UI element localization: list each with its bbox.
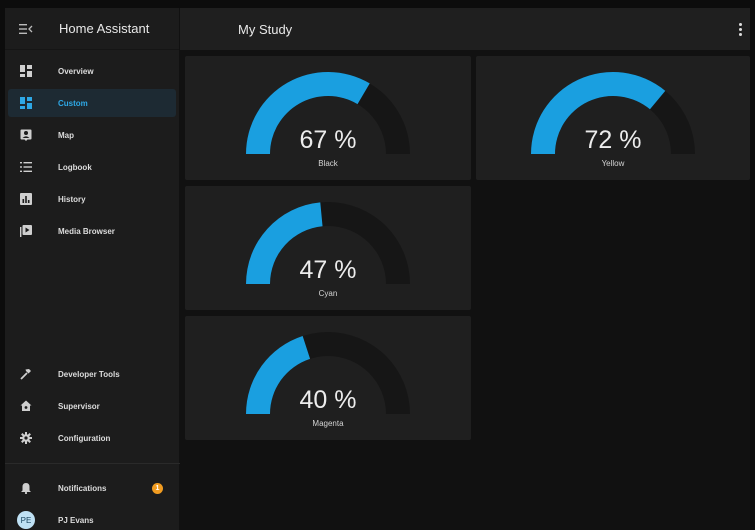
app-title: Home Assistant xyxy=(59,21,150,36)
sidebar-divider xyxy=(5,463,180,464)
page-title: My Study xyxy=(238,21,293,37)
sidebar-item-developer-tools[interactable]: Developer Tools xyxy=(8,360,177,388)
sidebar-item-label: Overview xyxy=(58,66,94,76)
gauge-card-cyan[interactable]: 47 % Cyan xyxy=(185,186,471,310)
sidebar-item-label: Configuration xyxy=(58,433,111,443)
user-name: PJ Evans xyxy=(58,515,94,525)
map-person-icon xyxy=(19,128,33,142)
dashboard-icon xyxy=(19,96,33,110)
sidebar-item-label: Supervisor xyxy=(58,401,100,411)
gauge-card-yellow[interactable]: 72 % Yellow xyxy=(476,56,750,180)
avatar: PE xyxy=(17,511,35,529)
gauge-value: 47 % xyxy=(299,256,357,284)
sidebar-item-supervisor[interactable]: Supervisor xyxy=(8,392,177,420)
dashboard-icon xyxy=(19,64,33,78)
app-window: Home Assistant Overview Custom Map Logbo… xyxy=(5,8,750,530)
chart-box-icon xyxy=(19,192,33,206)
notification-count-badge: 1 xyxy=(152,482,163,494)
more-vertical-icon[interactable] xyxy=(736,20,744,38)
sidebar-item-label: History xyxy=(58,194,86,204)
sidebar-nav: Overview Custom Map Logbook History Medi… xyxy=(5,50,179,245)
gauge-value: 40 % xyxy=(299,386,357,414)
sidebar-utilities: Developer Tools Supervisor Configuration xyxy=(5,358,180,456)
sidebar-item-overview[interactable]: Overview xyxy=(8,57,176,85)
hammer-icon xyxy=(19,367,33,381)
bell-icon xyxy=(19,481,33,495)
gauge-label: Yellow xyxy=(601,159,625,168)
gauge-value: 67 % xyxy=(299,126,357,154)
sidebar-item-logbook[interactable]: Logbook xyxy=(8,153,176,181)
sidebar-item-label: Custom xyxy=(58,98,88,108)
sidebar: Home Assistant Overview Custom Map Logbo… xyxy=(5,8,180,530)
menu-collapse-icon xyxy=(19,23,33,34)
sidebar-item-label: Map xyxy=(58,130,74,140)
gauge-label: Black xyxy=(318,159,338,168)
menu-collapse-button[interactable] xyxy=(5,8,47,50)
top-app-bar: My Study xyxy=(180,8,750,50)
gauge-label: Cyan xyxy=(318,289,338,298)
gauge-label: Magenta xyxy=(312,419,344,428)
sidebar-item-history[interactable]: History xyxy=(8,185,176,213)
gauge-card-black[interactable]: 67 % Black xyxy=(185,56,471,180)
gauge-card-magenta[interactable]: 40 % Magenta xyxy=(185,316,471,440)
media-play-icon xyxy=(19,224,33,238)
sidebar-item-configuration[interactable]: Configuration xyxy=(8,424,177,452)
sidebar-header: Home Assistant xyxy=(5,8,179,50)
sidebar-item-map[interactable]: Map xyxy=(8,121,176,149)
sidebar-item-notifications[interactable]: Notifications 1 xyxy=(8,474,177,502)
sidebar-footer: Notifications 1 PE PJ Evans xyxy=(5,472,180,530)
gauge-value: 72 % xyxy=(584,126,642,154)
home-assistant-icon xyxy=(19,399,33,413)
sidebar-item-custom[interactable]: Custom xyxy=(8,89,176,117)
sidebar-item-label: Media Browser xyxy=(58,226,115,236)
sidebar-item-label: Developer Tools xyxy=(58,369,120,379)
list-icon xyxy=(19,160,33,174)
sidebar-item-label: Notifications xyxy=(58,483,107,493)
gear-icon xyxy=(19,431,33,445)
sidebar-item-media-browser[interactable]: Media Browser xyxy=(8,217,176,245)
sidebar-item-user[interactable]: PE PJ Evans xyxy=(8,506,177,530)
sidebar-item-label: Logbook xyxy=(58,162,92,172)
